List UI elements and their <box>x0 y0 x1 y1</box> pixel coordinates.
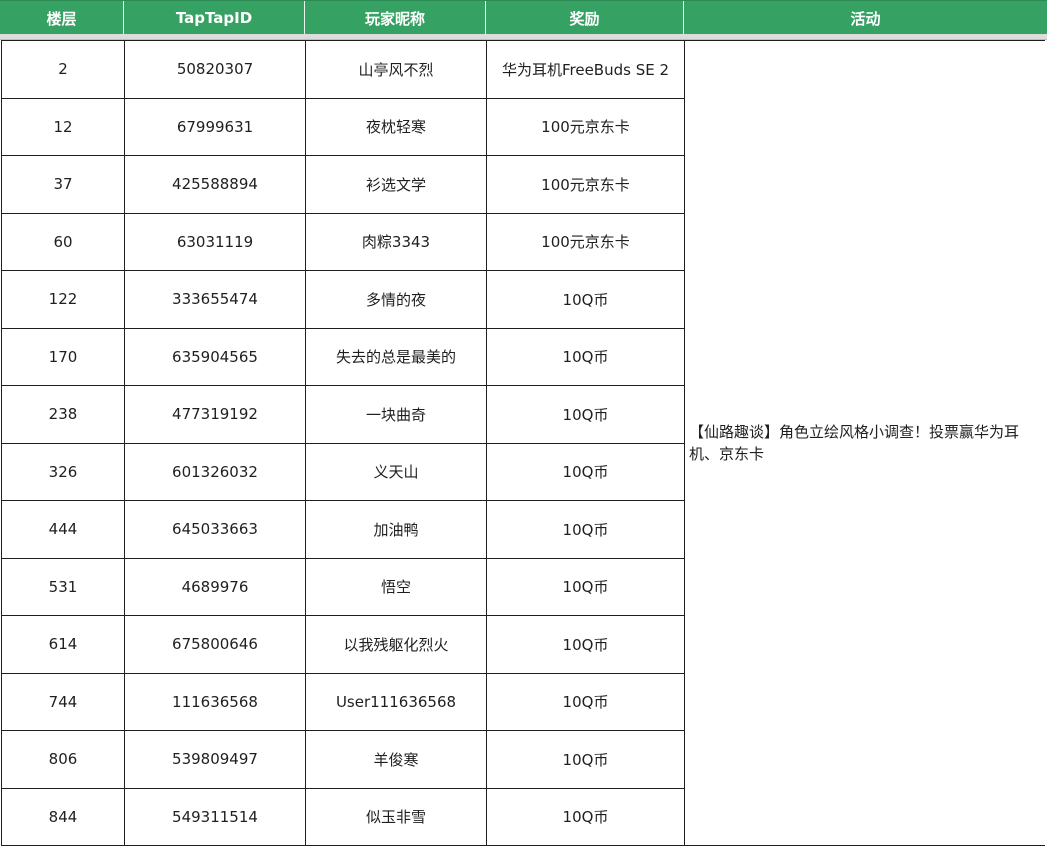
cell-floor[interactable]: 60 <box>2 213 125 271</box>
cell-reward[interactable]: 100元京东卡 <box>487 213 685 271</box>
cell-floor[interactable]: 12 <box>2 98 125 156</box>
cell-nickname[interactable]: 义天山 <box>306 443 487 501</box>
cell-reward[interactable]: 10Q币 <box>487 328 685 386</box>
cell-taptap-id[interactable]: 111636568 <box>125 673 306 731</box>
header-taptap-id[interactable]: TapTapID <box>124 1 305 35</box>
cell-reward[interactable]: 10Q币 <box>487 616 685 674</box>
cell-nickname[interactable]: 悟空 <box>306 558 487 616</box>
activity-cell[interactable]: 【仙路趣谈】角色立绘风格小调查！投票赢华为耳机、京东卡 <box>685 41 1046 846</box>
cell-taptap-id[interactable]: 675800646 <box>125 616 306 674</box>
cell-floor[interactable]: 122 <box>2 271 125 329</box>
header-nickname[interactable]: 玩家昵称 <box>305 1 486 35</box>
cell-nickname[interactable]: 以我残躯化烈火 <box>306 616 487 674</box>
cell-reward[interactable]: 10Q币 <box>487 731 685 789</box>
header-activity[interactable]: 活动 <box>684 1 1047 35</box>
cell-nickname[interactable]: 肉粽3343 <box>306 213 487 271</box>
cell-floor[interactable]: 844 <box>2 788 125 846</box>
cell-nickname[interactable]: 失去的总是最美的 <box>306 328 487 386</box>
cell-taptap-id[interactable]: 333655474 <box>125 271 306 329</box>
cell-taptap-id[interactable]: 549311514 <box>125 788 306 846</box>
cell-taptap-id[interactable]: 50820307 <box>125 41 306 99</box>
header-floor[interactable]: 楼层 <box>0 1 124 35</box>
cell-taptap-id[interactable]: 635904565 <box>125 328 306 386</box>
cell-floor[interactable]: 744 <box>2 673 125 731</box>
cell-floor[interactable]: 531 <box>2 558 125 616</box>
cell-reward[interactable]: 10Q币 <box>487 386 685 444</box>
cell-reward[interactable]: 10Q币 <box>487 788 685 846</box>
cell-taptap-id[interactable]: 539809497 <box>125 731 306 789</box>
cell-floor[interactable]: 806 <box>2 731 125 789</box>
cell-floor[interactable]: 37 <box>2 156 125 214</box>
cell-reward[interactable]: 10Q币 <box>487 443 685 501</box>
header-reward[interactable]: 奖励 <box>486 1 684 35</box>
cell-floor[interactable]: 238 <box>2 386 125 444</box>
cell-nickname[interactable]: 似玉非雪 <box>306 788 487 846</box>
cell-floor[interactable]: 614 <box>2 616 125 674</box>
cell-reward[interactable]: 100元京东卡 <box>487 98 685 156</box>
header-row: 楼层 TapTapID 玩家昵称 奖励 活动 <box>0 0 1047 35</box>
cell-floor[interactable]: 2 <box>2 41 125 99</box>
cell-taptap-id[interactable]: 4689976 <box>125 558 306 616</box>
cell-floor[interactable]: 170 <box>2 328 125 386</box>
cell-taptap-id[interactable]: 601326032 <box>125 443 306 501</box>
cell-taptap-id[interactable]: 425588894 <box>125 156 306 214</box>
cell-reward[interactable]: 10Q币 <box>487 558 685 616</box>
cell-taptap-id[interactable]: 67999631 <box>125 98 306 156</box>
cell-taptap-id[interactable]: 477319192 <box>125 386 306 444</box>
cell-reward[interactable]: 华为耳机FreeBuds SE 2 <box>487 41 685 99</box>
cell-nickname[interactable]: 夜枕轻寒 <box>306 98 487 156</box>
cell-nickname[interactable]: 衫选文学 <box>306 156 487 214</box>
cell-floor[interactable]: 444 <box>2 501 125 559</box>
cell-reward[interactable]: 100元京东卡 <box>487 156 685 214</box>
cell-nickname[interactable]: 加油鸭 <box>306 501 487 559</box>
cell-reward[interactable]: 10Q币 <box>487 501 685 559</box>
cell-nickname[interactable]: 多情的夜 <box>306 271 487 329</box>
cell-floor[interactable]: 326 <box>2 443 125 501</box>
cell-nickname[interactable]: User111636568 <box>306 673 487 731</box>
cell-nickname[interactable]: 山亭风不烈 <box>306 41 487 99</box>
spreadsheet: 楼层 TapTapID 玩家昵称 奖励 活动 2 50820307 山亭风不烈 华为耳… <box>0 0 1047 849</box>
data-grid: 2 50820307 山亭风不烈 华为耳机FreeBuds SE 2 12 6799963… <box>1 40 1046 846</box>
cell-reward[interactable]: 10Q币 <box>487 271 685 329</box>
cell-nickname[interactable]: 一块曲奇 <box>306 386 487 444</box>
cell-taptap-id[interactable]: 63031119 <box>125 213 306 271</box>
cell-taptap-id[interactable]: 645033663 <box>125 501 306 559</box>
cell-reward[interactable]: 10Q币 <box>487 673 685 731</box>
cell-nickname[interactable]: 羊俊寒 <box>306 731 487 789</box>
